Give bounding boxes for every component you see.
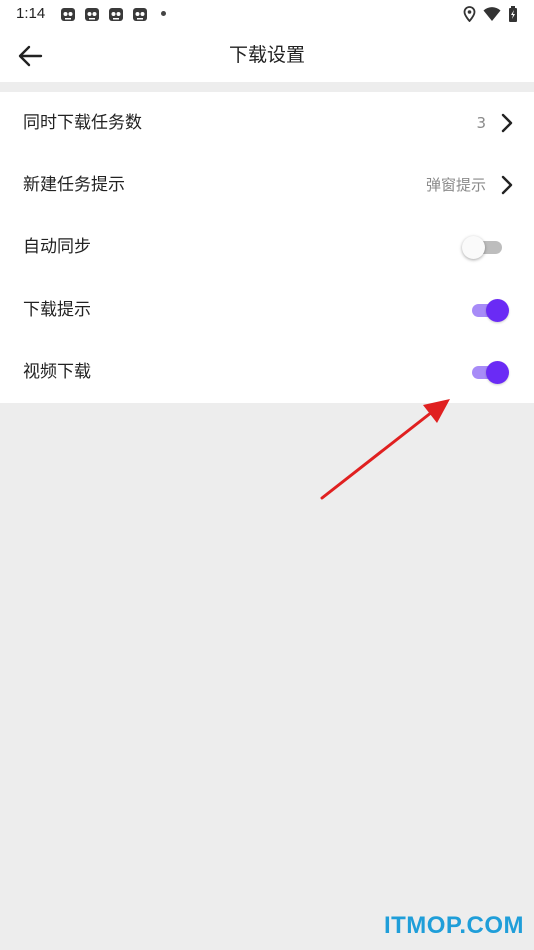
video-download-toggle[interactable]: [470, 360, 509, 384]
back-button[interactable]: [10, 36, 50, 76]
auto-sync-toggle[interactable]: [462, 236, 508, 260]
cat-notification-icon: [85, 8, 99, 21]
arrow-left-icon: [18, 45, 43, 67]
cat-notification-icon: [109, 8, 123, 21]
toggle-thumb: [462, 236, 485, 260]
setting-new-task-prompt[interactable]: 新建任务提示 弹窗提示: [0, 154, 534, 216]
page-title: 下载设置: [228, 44, 305, 66]
section-gap: [0, 82, 534, 92]
status-time: 1:14: [16, 5, 46, 22]
setting-label: 同时下载任务数: [23, 113, 142, 133]
battery-charging-icon: [509, 6, 517, 22]
cat-notification-icon: [133, 8, 147, 21]
download-notification-toggle[interactable]: [470, 298, 509, 322]
setting-concurrent-downloads[interactable]: 同时下载任务数 3: [0, 92, 534, 154]
setting-download-notification: 下载提示: [0, 279, 534, 341]
settings-list: 同时下载任务数 3 新建任务提示 弹窗提示 自动同步 下载提示 视频下载: [0, 92, 534, 403]
app-bar: 下载设置: [0, 28, 534, 82]
setting-label: 自动同步: [23, 237, 91, 258]
setting-label: 下载提示: [23, 299, 91, 320]
chevron-right-icon: [501, 175, 513, 195]
wifi-icon: [483, 7, 501, 21]
status-bar: 1:14: [0, 0, 534, 28]
setting-auto-sync: 自动同步: [0, 216, 534, 278]
location-icon: [463, 6, 476, 22]
watermark-logo: ITMOP.COM: [383, 912, 524, 939]
setting-label: 新建任务提示: [23, 175, 125, 196]
setting-label: 视频下载: [23, 361, 91, 382]
more-notifications-dot: [161, 11, 166, 16]
toggle-thumb: [486, 360, 509, 384]
setting-video-download: 视频下载: [0, 341, 534, 403]
setting-value: 3: [476, 114, 486, 132]
cat-notification-icon: [61, 8, 75, 21]
chevron-right-icon: [501, 113, 513, 133]
toggle-thumb: [486, 298, 509, 322]
setting-value: 弹窗提示: [425, 176, 486, 195]
